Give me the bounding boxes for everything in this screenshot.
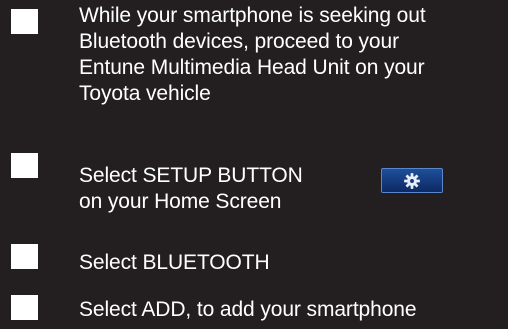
checkbox-square [11, 9, 38, 34]
gear-icon [404, 172, 420, 189]
checkbox-square [11, 153, 38, 178]
setup-button-image [381, 168, 443, 193]
step-2-text: Select SETUP BUTTON on your Home Screen [79, 164, 303, 213]
checkbox-square [11, 244, 38, 269]
step-4-text: Select ADD, to add your smartphone [79, 298, 417, 321]
step-3-text: Select BLUETOOTH [79, 251, 270, 274]
checkbox-square [11, 295, 38, 320]
step-1-text: While your smartphone is seeking out Blu… [79, 4, 426, 105]
